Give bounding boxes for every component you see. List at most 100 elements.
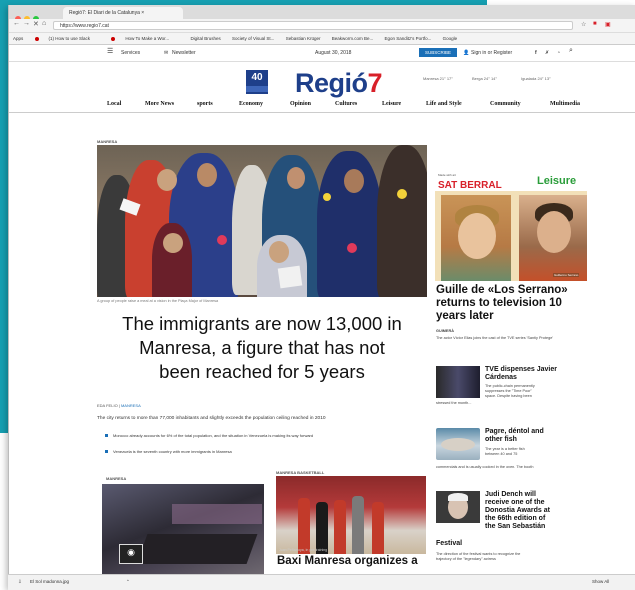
star-icon[interactable]: ☆: [581, 21, 586, 28]
photo-credit: Joan Peñarroya, in pre-training: [279, 548, 328, 552]
news-item-desc: The direction of the festival wants to r…: [436, 552, 521, 561]
player-figure: [352, 496, 364, 554]
bookmark-item[interactable]: Society of Visual St...: [232, 36, 274, 41]
bookmark-item[interactable]: Egon Sanditz's Portfo...: [385, 36, 432, 41]
bookmark-item[interactable]: Digital Brushes: [190, 36, 220, 41]
actress-thumbnail[interactable]: [436, 491, 480, 523]
ground: [136, 534, 258, 564]
bookmark-favicon-icon: [34, 36, 39, 41]
nav-leisure[interactable]: Leisure: [382, 101, 401, 107]
address-bar: ← → ✕ ⌂ https://www.regio7.cat ☆ ■ ▣: [9, 19, 635, 33]
forward-icon[interactable]: →: [23, 20, 30, 27]
news-item-title[interactable]: Pagre, déntol and other fish: [485, 428, 544, 444]
weather-manresa: Manresa 21° 17°: [423, 76, 453, 81]
news-item-title[interactable]: TVE dispenses Javier Cárdenas: [485, 366, 557, 382]
bottom-headline[interactable]: Baxi Manresa organizes a: [277, 555, 418, 567]
rose-flower: [397, 189, 407, 199]
hair: [448, 493, 468, 501]
basketball-image[interactable]: [276, 476, 426, 554]
fish-thumbnail[interactable]: [436, 428, 480, 460]
menu-icon[interactable]: ☰: [107, 47, 113, 55]
face: [197, 163, 217, 187]
browser-tab[interactable]: Regió7: El Diari de la Catalunya ×: [63, 7, 183, 19]
face: [157, 169, 177, 191]
sidebar-main-title[interactable]: Guille de «Los Serrano» returns to telev…: [436, 284, 596, 323]
weather-igualada: Igualada 24° 13°: [521, 76, 551, 81]
facebook-icon[interactable]: f: [535, 50, 537, 56]
news-item-title-tail[interactable]: Festival: [436, 540, 462, 548]
bookmark-item[interactable]: Sebastian Krüger: [286, 36, 321, 41]
show-all-button[interactable]: Show All: [592, 579, 609, 584]
download-file-name[interactable]: El Sol madonna.jpg: [30, 579, 69, 584]
sidebar-main-desc: The actor Víctor Elias joins the cast of…: [436, 336, 554, 340]
tab-bar: Regió7: El Diari de la Catalunya ×: [9, 5, 635, 22]
ad-brand: SAT BERRAL: [438, 180, 502, 191]
nav-opinion[interactable]: Opinion: [290, 101, 311, 107]
nav-life-and-style[interactable]: Life and Style: [426, 101, 462, 107]
bookmarks-bar: Apps (1) How to use Slack How To Make a …: [9, 33, 635, 45]
player-figure: [298, 498, 310, 554]
pdf-extension-icon[interactable]: ▣: [605, 21, 611, 28]
rss-icon[interactable]: ◔: [557, 50, 560, 56]
signin-link[interactable]: Sign in or Register: [471, 50, 512, 56]
url-input[interactable]: https://www.regio7.cat: [53, 21, 573, 30]
user-icon[interactable]: 👤: [463, 50, 469, 56]
news-item-desc: The year is a better fish between 40 and …: [485, 447, 525, 456]
bookmark-item[interactable]: (1) How to use Slack: [34, 36, 101, 41]
tv-thumbnail[interactable]: [436, 366, 480, 398]
night-scene-image[interactable]: ◉: [102, 484, 264, 574]
nav-local[interactable]: Local: [107, 101, 121, 107]
extension-icon[interactable]: ■: [593, 21, 597, 27]
player-figure: [316, 502, 328, 554]
download-file-icon[interactable]: ⇩: [18, 579, 22, 585]
related-bullet[interactable]: Venezuela is the seventh country with mo…: [105, 449, 232, 454]
services-link[interactable]: Services: [121, 50, 140, 56]
logo-row: 40 Regió7 Manresa 21° 17° Berga 24° 14° …: [9, 62, 635, 98]
section-nav: Local More News sports Economy Opinion C…: [9, 98, 635, 113]
weather-berga: Berga 24° 14°: [472, 76, 497, 81]
nav-community[interactable]: Community: [490, 101, 521, 107]
nav-multimedia[interactable]: Multimedia: [550, 101, 580, 107]
twitter-icon[interactable]: ✗: [545, 50, 549, 56]
reload-icon[interactable]: ✕: [33, 20, 39, 28]
related-bullet[interactable]: Morocco already accounts for 6% of the t…: [105, 433, 313, 438]
nav-more-news[interactable]: More News: [145, 101, 174, 107]
bookmark-item[interactable]: Apps: [13, 36, 23, 41]
rose-flower: [323, 193, 331, 201]
nav-sports[interactable]: sports: [197, 101, 213, 107]
newsletter-link[interactable]: Newsletter: [172, 50, 196, 56]
sidebar-kicker: GUIMERÀ: [436, 329, 454, 333]
news-item-desc-tail: commercials and is usually cooked in the…: [436, 465, 534, 469]
image-caption: A group of people raise a meal at a visi…: [97, 299, 219, 303]
main-headline[interactable]: The immigrants are now 13,000 in Manresa…: [97, 312, 427, 384]
story-meta: EDA FELIO | MANRESA: [97, 403, 141, 408]
current-date: August 30, 2018: [315, 50, 352, 56]
back-icon[interactable]: ←: [13, 20, 20, 27]
site-logo[interactable]: Regió7: [295, 68, 383, 99]
section-link[interactable]: MANRESA: [121, 403, 141, 408]
lights: [172, 504, 262, 524]
camera-icon[interactable]: ◉: [119, 544, 143, 564]
person-figure: [377, 145, 427, 297]
ad-section: Leisure: [537, 175, 577, 187]
bookmark-item[interactable]: How To Make a Wor...: [111, 36, 179, 41]
download-options-icon[interactable]: ⌃: [126, 579, 130, 585]
fish-shape: [441, 438, 475, 451]
nav-economy[interactable]: Economy: [239, 101, 263, 107]
news-item-desc-tail: stressed the month...: [436, 401, 472, 405]
bookmark-item[interactable]: Beakworm.com Be...: [332, 36, 374, 41]
news-item-title[interactable]: Judi Dench will receive one of the Donosti…: [485, 491, 589, 531]
leisure-ad[interactable]: Made with art SAT BERRAL Leisure Guiller…: [435, 171, 587, 281]
nav-cultures[interactable]: Cultures: [335, 101, 357, 107]
downloads-bar: ⇩ El Sol madonna.jpg ⌃ Show All: [8, 574, 635, 590]
face: [458, 213, 496, 259]
search-icon[interactable]: ⌕: [569, 47, 573, 55]
main-kicker: MANRESA: [97, 139, 118, 144]
face: [287, 167, 305, 189]
ad-made-by: Made with art: [438, 173, 457, 177]
newsletter-icon[interactable]: ✉: [164, 50, 168, 56]
main-story-image[interactable]: [97, 145, 427, 297]
home-icon[interactable]: ⌂: [42, 20, 46, 27]
subscribe-button[interactable]: SUBSCRIBE: [419, 48, 457, 57]
bookmark-item[interactable]: Google: [443, 36, 458, 41]
